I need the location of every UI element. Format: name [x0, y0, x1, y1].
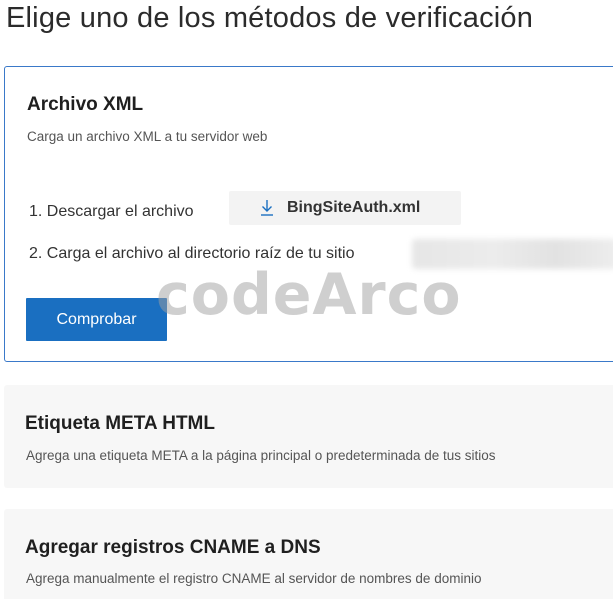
step-download-label: 1. Descargar el archivo [29, 203, 194, 220]
verify-button[interactable]: Comprobar [26, 298, 167, 341]
download-xml-button[interactable]: BingSiteAuth.xml [229, 191, 461, 225]
meta-method-title: Etiqueta META HTML [25, 413, 215, 434]
verification-page: Elige uno de los métodos de verificación… [0, 0, 613, 599]
cname-method-description: Agrega manualmente el registro CNAME al … [26, 571, 482, 586]
redacted-site-url [412, 239, 613, 269]
method-card-meta-tag[interactable] [4, 385, 613, 488]
download-icon [261, 200, 273, 216]
meta-method-description: Agrega una etiqueta META a la página pri… [26, 448, 496, 463]
download-filename: BingSiteAuth.xml [287, 199, 421, 216]
step-upload-label: 2. Carga el archivo al directorio raíz d… [29, 245, 355, 262]
page-title: Elige uno de los métodos de verificación [6, 2, 534, 34]
cname-method-title: Agregar registros CNAME a DNS [25, 537, 321, 558]
xml-method-title: Archivo XML [27, 94, 144, 115]
xml-method-description: Carga un archivo XML a tu servidor web [27, 129, 268, 144]
